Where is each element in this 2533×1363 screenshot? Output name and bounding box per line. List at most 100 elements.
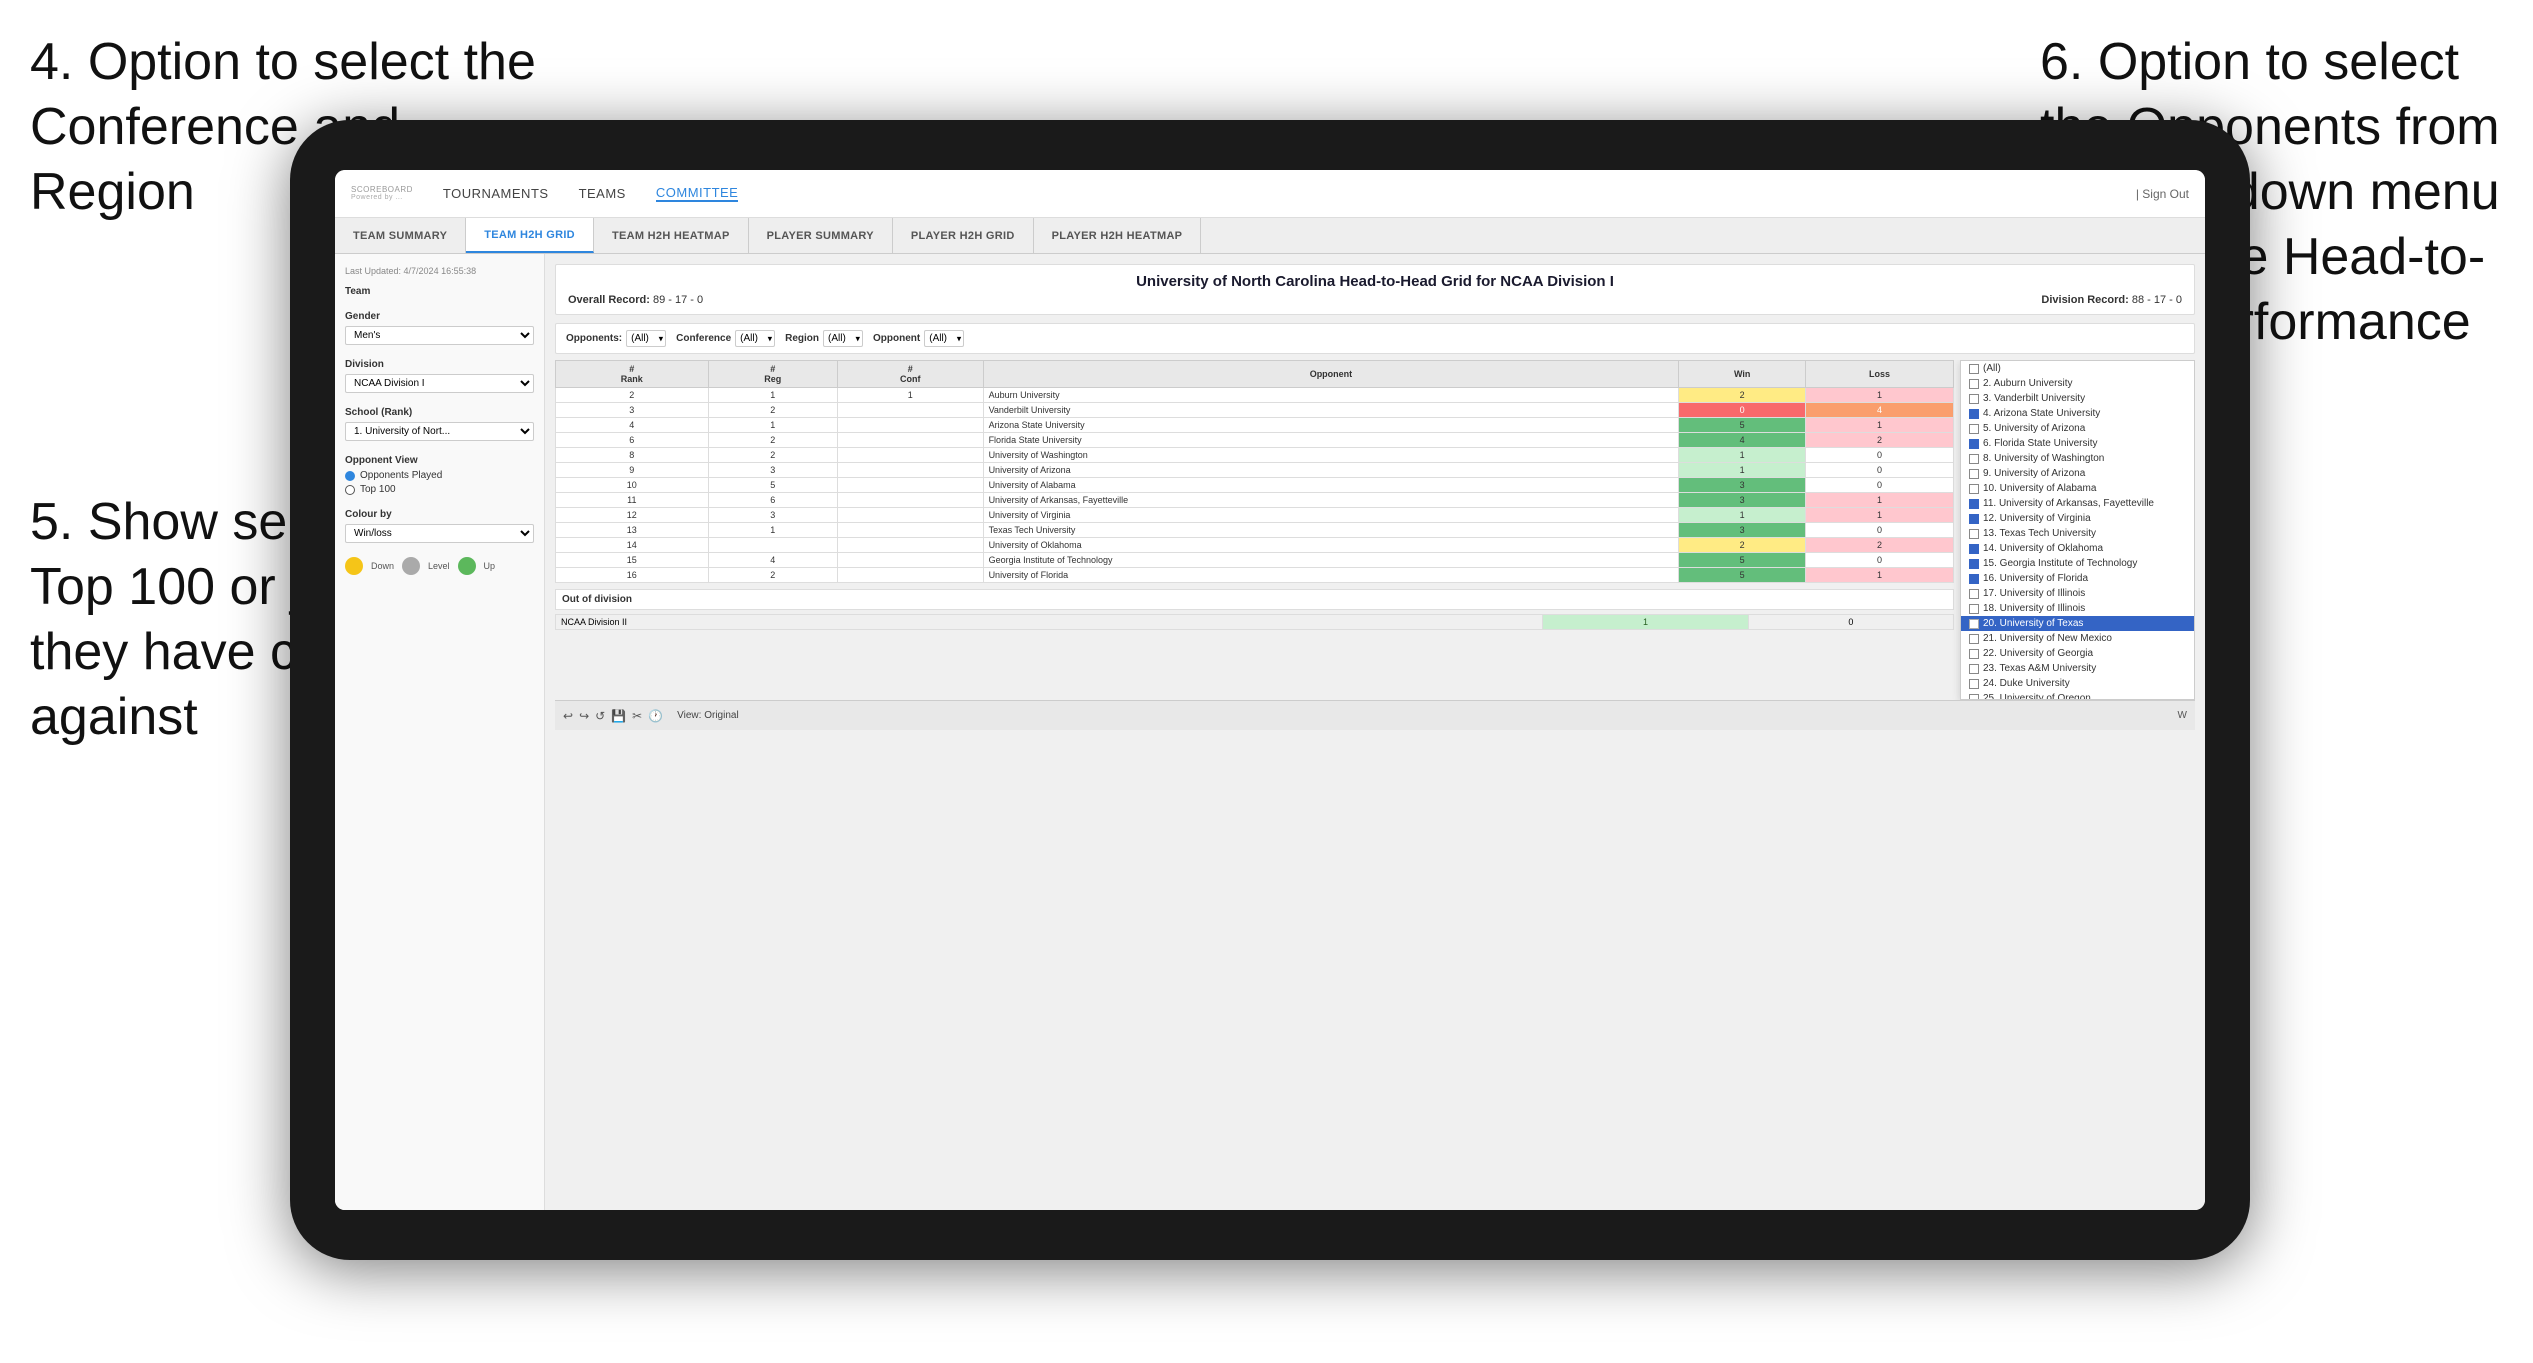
table-row: 8 2 University of Washington 1 0: [556, 448, 1954, 463]
checkbox-all[interactable]: [1969, 364, 1979, 374]
checkbox-7[interactable]: [1969, 454, 1979, 464]
checkbox-10[interactable]: [1969, 484, 1979, 494]
checkbox-9[interactable]: [1969, 469, 1979, 479]
refresh-btn[interactable]: ↺: [595, 709, 605, 723]
checkbox-17[interactable]: [1969, 589, 1979, 599]
dropdown-item-10[interactable]: 10. University of Alabama: [1961, 481, 2194, 496]
dropdown-item-25[interactable]: 25. University of Oregon: [1961, 691, 2194, 700]
checkbox-14[interactable]: [1969, 544, 1979, 554]
table-row: 4 1 Arizona State University 5 1: [556, 418, 1954, 433]
checkbox-16[interactable]: [1969, 574, 1979, 584]
tab-player-h2h-heatmap[interactable]: PLAYER H2H HEATMAP: [1034, 218, 1202, 253]
dropdown-item-6[interactable]: 6. Florida State University: [1961, 436, 2194, 451]
report-header: University of North Carolina Head-to-Hea…: [555, 264, 2195, 315]
opponent-dropdown-panel[interactable]: (All) 2. Auburn University 3. Vanderbilt…: [1960, 360, 2195, 700]
tablet-frame: SCOREBOARD Powered by ... TOURNAMENTS TE…: [290, 120, 2250, 1260]
checkbox-15[interactable]: [1969, 559, 1979, 569]
dropdown-item-3[interactable]: 3. Vanderbilt University: [1961, 391, 2194, 406]
opponents-select[interactable]: (All): [626, 330, 666, 347]
conference-select[interactable]: (All): [735, 330, 775, 347]
radio-dot-top100: [345, 485, 355, 495]
table-row: 14 University of Oklahoma 2 2: [556, 538, 1954, 553]
clock-btn[interactable]: 🕐: [648, 709, 663, 723]
checkbox-20[interactable]: [1969, 619, 1979, 629]
crop-btn[interactable]: ✂: [632, 709, 642, 723]
logo-sub: Powered by ...: [351, 194, 413, 201]
report-title: University of North Carolina Head-to-Hea…: [568, 273, 2182, 290]
checkbox-18[interactable]: [1969, 604, 1979, 614]
dropdown-item-12[interactable]: 12. University of Virginia: [1961, 511, 2194, 526]
opponent-select[interactable]: (All): [924, 330, 964, 347]
conference-filter: Conference (All): [676, 330, 775, 347]
checkbox-2[interactable]: [1969, 379, 1979, 389]
dropdown-item-21[interactable]: 21. University of New Mexico: [1961, 631, 2194, 646]
table-area: #Rank #Reg #Conf Opponent Win Loss: [555, 360, 1954, 700]
dropdown-item-14[interactable]: 14. University of Oklahoma: [1961, 541, 2194, 556]
checkbox-12[interactable]: [1969, 514, 1979, 524]
checkbox-11[interactable]: [1969, 499, 1979, 509]
sidebar-school-section: School (Rank) 1. University of Nort...: [345, 407, 534, 441]
checkbox-21[interactable]: [1969, 634, 1979, 644]
tab-team-h2h-grid[interactable]: TEAM H2H GRID: [466, 218, 594, 253]
last-updated: Last Updated: 4/7/2024 16:55:38: [345, 266, 534, 276]
app-logo: SCOREBOARD Powered by ...: [351, 186, 413, 201]
checkbox-13[interactable]: [1969, 529, 1979, 539]
left-sidebar: Last Updated: 4/7/2024 16:55:38 Team Gen…: [335, 254, 545, 1210]
tab-player-h2h-grid[interactable]: PLAYER H2H GRID: [893, 218, 1034, 253]
tab-team-h2h-heatmap[interactable]: TEAM H2H HEATMAP: [594, 218, 749, 253]
dropdown-item-15[interactable]: 15. Georgia Institute of Technology: [1961, 556, 2194, 571]
checkbox-5[interactable]: [1969, 424, 1979, 434]
dropdown-item-7[interactable]: 8. University of Washington: [1961, 451, 2194, 466]
nav-teams[interactable]: TEAMS: [579, 186, 626, 201]
filter-row: Opponents: (All) Conference (All): [555, 323, 2195, 354]
school-select[interactable]: 1. University of Nort...: [345, 422, 534, 441]
table-row: 9 3 University of Arizona 1 0: [556, 463, 1954, 478]
dropdown-item-all[interactable]: (All): [1961, 361, 2194, 376]
tab-team-summary[interactable]: TEAM SUMMARY: [335, 218, 466, 253]
opponent-select-wrap: (All): [924, 330, 964, 347]
region-filter: Region (All): [785, 330, 863, 347]
sidebar-division-section: Division NCAA Division I: [345, 359, 534, 393]
dropdown-item-18[interactable]: 18. University of Illinois: [1961, 601, 2194, 616]
sidebar-colour-section: Colour by Win/loss: [345, 509, 534, 543]
dropdown-item-16[interactable]: 16. University of Florida: [1961, 571, 2194, 586]
table-row: 12 3 University of Virginia 1 1: [556, 508, 1954, 523]
undo-btn[interactable]: ↩: [563, 709, 573, 723]
checkbox-3[interactable]: [1969, 394, 1979, 404]
tab-player-summary[interactable]: PLAYER SUMMARY: [749, 218, 893, 253]
radio-opponents-played[interactable]: Opponents Played: [345, 470, 534, 481]
division-row: NCAA Division II 1 0: [556, 615, 1954, 630]
table-row: 3 2 Vanderbilt University 0 4: [556, 403, 1954, 418]
checkbox-6[interactable]: [1969, 439, 1979, 449]
division-select[interactable]: NCAA Division I: [345, 374, 534, 393]
dropdown-item-17[interactable]: 17. University of Illinois: [1961, 586, 2194, 601]
team-label: Team: [345, 286, 534, 297]
dropdown-item-9[interactable]: 9. University of Arizona: [1961, 466, 2194, 481]
region-select[interactable]: (All): [823, 330, 863, 347]
redo-btn[interactable]: ↪: [579, 709, 589, 723]
checkbox-4[interactable]: [1969, 409, 1979, 419]
radio-top100[interactable]: Top 100: [345, 484, 534, 495]
sub-tabs: TEAM SUMMARY TEAM H2H GRID TEAM H2H HEAT…: [335, 218, 2205, 254]
dropdown-item-2[interactable]: 2. Auburn University: [1961, 376, 2194, 391]
nav-tournaments[interactable]: TOURNAMENTS: [443, 186, 549, 201]
dropdown-item-4[interactable]: 4. Arizona State University: [1961, 406, 2194, 421]
dropdown-item-13[interactable]: 13. Texas Tech University: [1961, 526, 2194, 541]
save-btn[interactable]: 💾: [611, 709, 626, 723]
checkbox-24[interactable]: [1969, 679, 1979, 689]
colour-select[interactable]: Win/loss: [345, 524, 534, 543]
gender-select[interactable]: Men's: [345, 326, 534, 345]
checkbox-23[interactable]: [1969, 664, 1979, 674]
dropdown-item-23[interactable]: 23. Texas A&M University: [1961, 661, 2194, 676]
sign-out-link[interactable]: | Sign Out: [2136, 187, 2189, 201]
checkbox-25[interactable]: [1969, 694, 1979, 701]
dropdown-item-5[interactable]: 5. University of Arizona: [1961, 421, 2194, 436]
checkbox-22[interactable]: [1969, 649, 1979, 659]
dropdown-item-20[interactable]: 20. University of Texas: [1961, 616, 2194, 631]
opponents-filter: Opponents: (All): [566, 330, 666, 347]
nav-committee[interactable]: COMMITTEE: [656, 185, 739, 202]
dropdown-item-24[interactable]: 24. Duke University: [1961, 676, 2194, 691]
dropdown-item-11[interactable]: 11. University of Arkansas, Fayetteville: [1961, 496, 2194, 511]
table-row: 2 1 1 Auburn University 2 1: [556, 388, 1954, 403]
dropdown-item-22[interactable]: 22. University of Georgia: [1961, 646, 2194, 661]
